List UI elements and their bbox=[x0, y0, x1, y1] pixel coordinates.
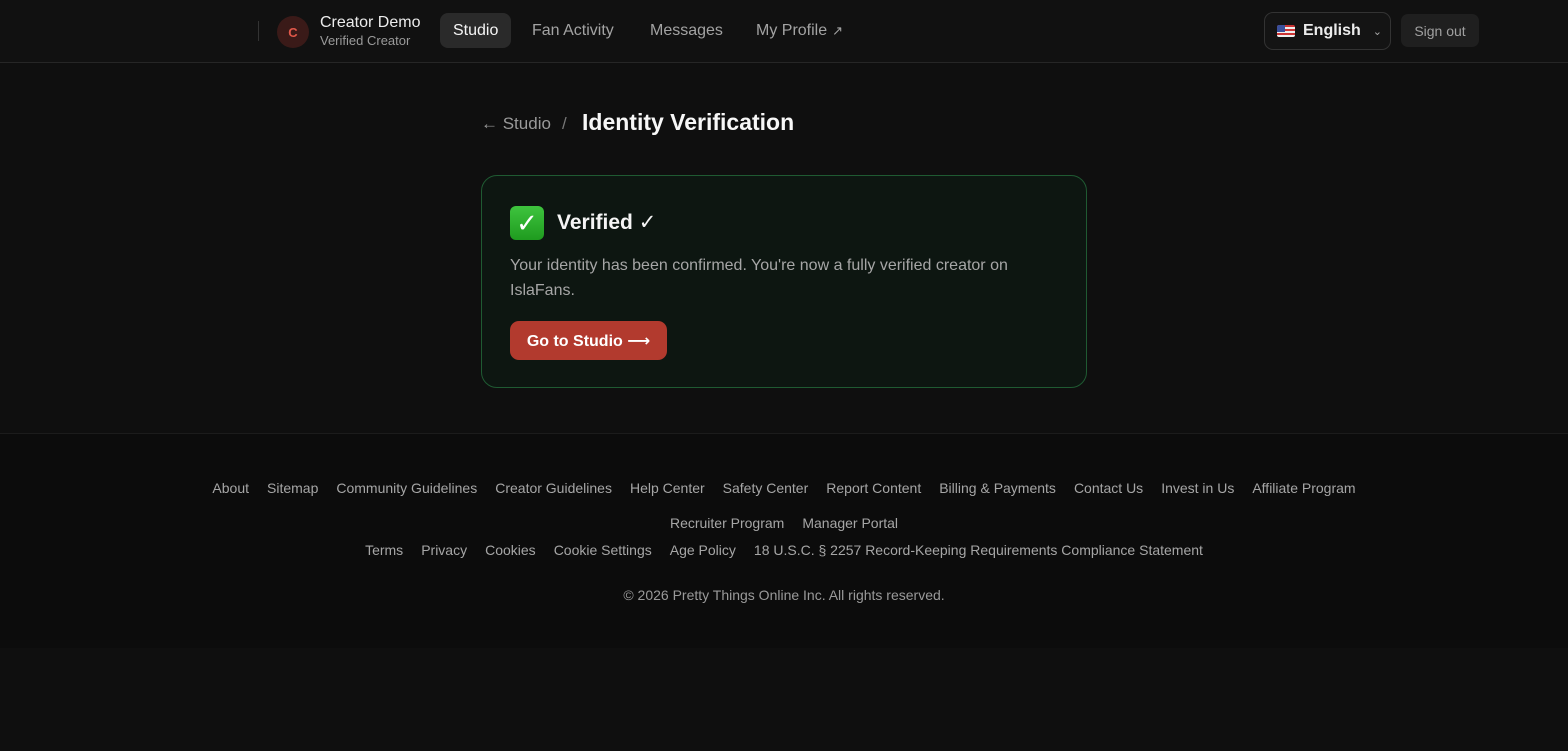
footer-link-recruiter-program[interactable]: Recruiter Program bbox=[670, 515, 784, 531]
creator-status: Verified Creator bbox=[320, 33, 411, 48]
page-background-bottom bbox=[0, 648, 1568, 751]
top-navigation-bar: C Creator Demo Verified Creator Studio F… bbox=[0, 0, 1568, 63]
footer-links-secondary: Recruiter Program Manager Portal bbox=[0, 515, 1568, 531]
footer-link-age-policy[interactable]: Age Policy bbox=[670, 542, 736, 558]
footer-link-2257-statement[interactable]: 18 U.S.C. § 2257 Record-Keeping Requirem… bbox=[754, 542, 1203, 558]
page-title: Identity Verification bbox=[582, 109, 795, 135]
footer-link-safety-center[interactable]: Safety Center bbox=[723, 480, 809, 496]
breadcrumb-back-link[interactable]: ← Studio bbox=[481, 114, 551, 134]
footer-link-sitemap[interactable]: Sitemap bbox=[267, 480, 318, 496]
check-mark-icon: ✓ bbox=[510, 206, 544, 240]
footer-link-billing-payments[interactable]: Billing & Payments bbox=[939, 480, 1056, 496]
footer-link-creator-guidelines[interactable]: Creator Guidelines bbox=[495, 480, 612, 496]
footer-link-manager-portal[interactable]: Manager Portal bbox=[802, 515, 898, 531]
nav-tab-fan-activity[interactable]: Fan Activity bbox=[519, 13, 627, 48]
language-selector[interactable]: English ⌄ bbox=[1264, 12, 1391, 50]
nav-tab-studio[interactable]: Studio bbox=[440, 13, 512, 48]
footer-link-help-center[interactable]: Help Center bbox=[630, 480, 705, 496]
breadcrumb-separator: / bbox=[562, 114, 567, 133]
verification-status-card: ✓ Verified ✓ Your identity has been conf… bbox=[481, 175, 1087, 388]
footer-link-invest-in-us[interactable]: Invest in Us bbox=[1161, 480, 1234, 496]
footer-link-cookie-settings[interactable]: Cookie Settings bbox=[554, 542, 652, 558]
us-flag-icon bbox=[1277, 25, 1295, 37]
footer-links-primary: About Sitemap Community Guidelines Creat… bbox=[0, 480, 1568, 496]
header-divider bbox=[258, 21, 259, 41]
avatar[interactable]: C bbox=[277, 16, 309, 48]
creator-name: Creator Demo bbox=[320, 14, 421, 31]
copyright-text: © 2026 Pretty Things Online Inc. All rig… bbox=[623, 587, 945, 603]
footer-link-terms[interactable]: Terms bbox=[365, 542, 403, 558]
footer-link-contact-us[interactable]: Contact Us bbox=[1074, 480, 1143, 496]
footer-link-about[interactable]: About bbox=[212, 480, 249, 496]
verified-heading: Verified ✓ bbox=[557, 211, 657, 234]
language-label: English bbox=[1303, 22, 1361, 39]
go-to-studio-button[interactable]: Go to Studio ⟶ bbox=[510, 321, 667, 360]
footer-link-affiliate-program[interactable]: Affiliate Program bbox=[1252, 480, 1355, 496]
footer-link-community-guidelines[interactable]: Community Guidelines bbox=[336, 480, 477, 496]
footer: About Sitemap Community Guidelines Creat… bbox=[0, 433, 1568, 648]
external-link-icon: ↗ bbox=[832, 22, 844, 38]
footer-link-report-content[interactable]: Report Content bbox=[826, 480, 921, 496]
nav-tab-messages[interactable]: Messages bbox=[637, 13, 736, 48]
sign-out-button[interactable]: Sign out bbox=[1401, 14, 1479, 47]
chevron-down-icon: ⌄ bbox=[1372, 25, 1382, 38]
footer-link-cookies[interactable]: Cookies bbox=[485, 542, 536, 558]
footer-link-privacy[interactable]: Privacy bbox=[421, 542, 467, 558]
nav-tab-my-profile-label: My Profile bbox=[756, 21, 828, 39]
footer-links-legal: Terms Privacy Cookies Cookie Settings Ag… bbox=[0, 542, 1568, 558]
nav-tab-my-profile[interactable]: My Profile ↗ bbox=[743, 13, 856, 48]
verified-description: Your identity has been confirmed. You're… bbox=[510, 257, 1008, 299]
